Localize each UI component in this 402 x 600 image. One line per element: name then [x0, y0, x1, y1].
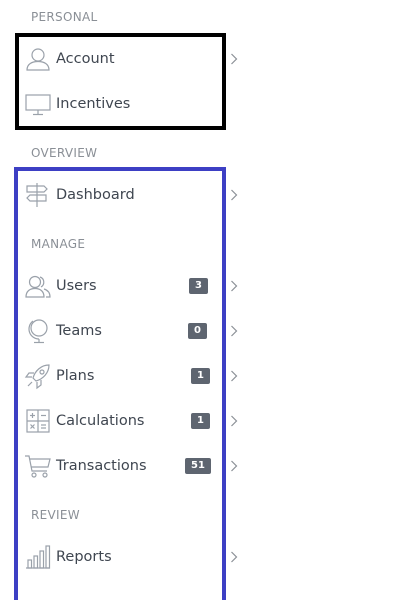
chevron-right-icon — [230, 358, 242, 394]
chevron-right-icon — [230, 539, 242, 575]
monitor-icon — [24, 90, 52, 118]
sidebar-item-label: Dashboard — [56, 187, 135, 203]
sidebar-item-transactions[interactable]: Transactions 51 — [22, 448, 244, 484]
chevron-right-icon — [230, 268, 242, 304]
sidebar-item-label: Incentives — [56, 96, 131, 112]
sidebar-item-dashboard[interactable]: Dashboard — [22, 177, 244, 213]
count-badge: 3 — [189, 278, 208, 294]
sidebar-item-account[interactable]: Account — [22, 41, 244, 77]
section-label-overview: OVERVIEW — [31, 146, 98, 160]
count-badge: 51 — [185, 458, 211, 474]
calculator-icon — [24, 407, 52, 435]
chevron-right-icon — [230, 177, 242, 213]
sidebar-item-teams[interactable]: Teams 0 — [22, 313, 244, 349]
chevron-right-icon — [230, 41, 242, 77]
sidebar-item-incentives[interactable]: Incentives — [22, 86, 244, 122]
cart-icon — [24, 452, 52, 480]
count-badge: 0 — [188, 323, 207, 339]
chevron-right-icon — [230, 448, 242, 484]
bar-chart-icon — [24, 543, 52, 571]
sidebar-item-calculations[interactable]: Calculations 1 — [22, 403, 244, 439]
sidebar-item-label: Plans — [56, 368, 95, 384]
section-label-personal: PERSONAL — [31, 10, 98, 24]
sidebar-item-label: Account — [56, 51, 115, 67]
sidebar-item-label: Users — [56, 278, 97, 294]
count-badge: 1 — [191, 368, 210, 384]
users-icon — [24, 272, 52, 300]
sidebar-item-plans[interactable]: Plans 1 — [22, 358, 244, 394]
sidebar-item-label: Transactions — [56, 458, 147, 474]
globe-icon — [24, 317, 52, 345]
sidebar-item-users[interactable]: Users 3 — [22, 268, 244, 304]
chevron-right-icon — [230, 403, 242, 439]
sidebar-item-label: Reports — [56, 549, 112, 565]
signpost-icon — [24, 181, 52, 209]
chevron-right-icon — [230, 313, 242, 349]
count-badge: 1 — [191, 413, 210, 429]
user-icon — [24, 45, 52, 73]
sidebar-item-reports[interactable]: Reports — [22, 539, 244, 575]
sidebar-item-label: Teams — [56, 323, 102, 339]
rocket-icon — [24, 362, 52, 390]
sidebar-item-label: Calculations — [56, 413, 145, 429]
